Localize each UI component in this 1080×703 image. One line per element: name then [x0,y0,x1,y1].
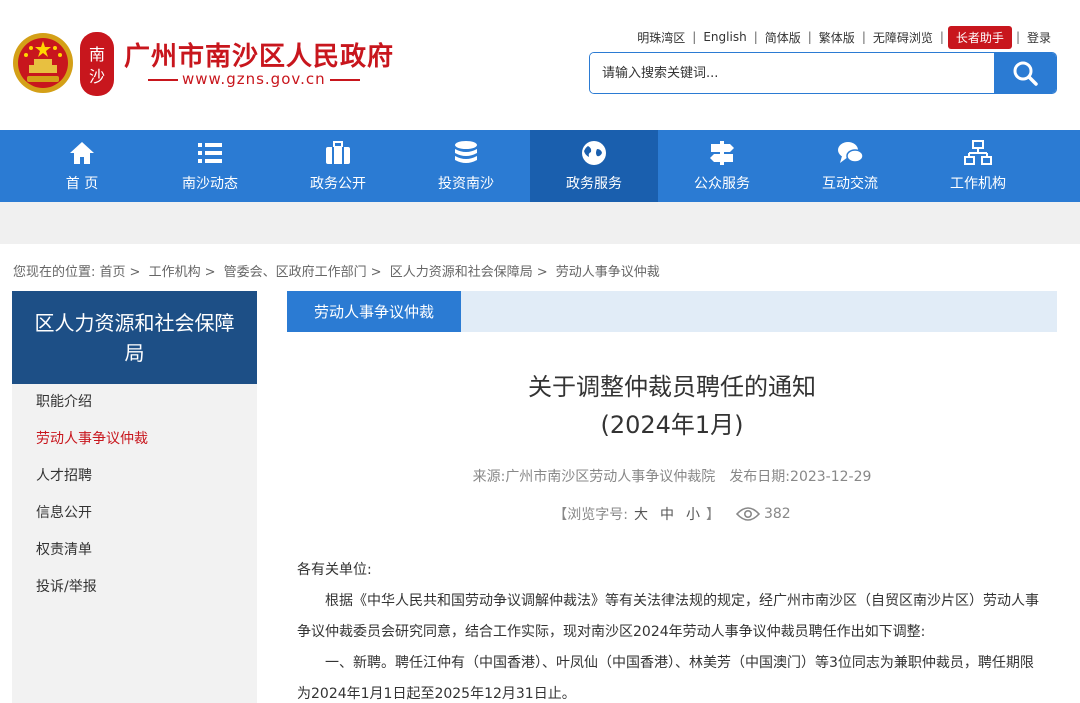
source-label: 来源: [472,469,506,485]
sidebar-item-functions[interactable]: 职能介绍 [12,384,257,421]
search-input[interactable] [590,53,994,93]
banner-strip [0,202,1080,244]
nav-nansha-news[interactable]: 南沙动态 [146,130,274,202]
nav-invest[interactable]: 投资南沙 [402,130,530,202]
article-greeting: 各有关单位: [297,562,372,578]
nav-public-services[interactable]: 公众服务 [658,130,786,202]
nav-label: 投资南沙 [438,176,494,192]
site-url-text: www.gzns.gov.cn [182,70,326,88]
elder-assistant-button[interactable]: 长者助手 [947,25,1012,49]
nansha-seal-logo: 南 沙 [80,32,114,96]
svg-text:南: 南 [89,45,105,64]
nav-label: 工作机构 [950,176,1006,192]
site-url: www.gzns.gov.cn [144,70,364,88]
toplink-simplified[interactable]: 简体版 [758,29,808,46]
svg-text:沙: 沙 [89,67,105,86]
eye-icon [735,507,760,521]
date-value: 2023-12-29 [790,469,872,485]
article-title-line1: 关于调整仲裁员聘任的通知 [528,373,816,401]
globe-icon [582,141,606,165]
org-chart-icon [964,140,992,165]
sidebar-item-recruitment[interactable]: 人才招聘 [12,458,257,495]
article-paragraph: 根据《中华人民共和国劳动争议调解仲裁法》等有关法律法规的规定，经广州市南沙区（自… [297,593,1039,640]
main-nav: 首 页 南沙动态 政务公开 投资南沙 政务服务 公众服务 互动交流 工作机构 [0,130,1080,202]
chat-icon [838,142,864,163]
nav-label: 互动交流 [822,176,878,192]
breadcrumb: 您现在的位置: 首页 > 工作机构 > 管委会、区政府工作部门 > 区人力资源和社会保… [13,265,660,280]
font-size-end: 】 [705,507,720,523]
nav-label: 政务公开 [310,176,366,192]
date-label: 发布日期: [729,469,791,485]
nav-home[interactable]: 首 页 [18,130,146,202]
nav-label: 公众服务 [694,176,750,192]
home-icon [70,142,94,164]
nav-label: 首 页 [65,176,99,192]
briefcase-icon [326,141,350,164]
font-size-controls: 【浏览字号: 大 中 小 】 382 [287,504,1057,524]
view-count-value: 382 [763,506,791,522]
sidebar-menu: 职能介绍 劳动人事争议仲裁 人才招聘 信息公开 权责清单 投诉/举报 [12,384,257,703]
sidebar-item-arbitration[interactable]: 劳动人事争议仲裁 [12,421,257,458]
site-title: 广州市南沙区人民政府 [124,42,395,72]
sidebar-title: 区人力资源和社会保障局 [12,291,257,384]
nav-label: 政务服务 [566,176,622,192]
sidebar-item-power-list[interactable]: 权责清单 [12,532,257,569]
login-link[interactable]: 登录 [1020,29,1058,46]
breadcrumb-home[interactable]: 首页 [100,265,126,280]
article-meta: 来源:广州市南沙区劳动人事争议仲裁院 发布日期:2023-12-29 [287,466,1057,486]
font-size-small[interactable]: 小 [686,504,700,524]
breadcrumb-departments[interactable]: 管委会、区政府工作部门 [224,265,367,280]
search-button[interactable] [994,53,1056,93]
view-count: 382 [735,506,791,522]
coins-icon [455,141,477,163]
toplink-english[interactable]: English [696,30,753,44]
sidebar-item-info-disclosure[interactable]: 信息公开 [12,495,257,532]
toplink-accessibility[interactable]: 无障碍浏览 [866,29,940,46]
sidebar-item-complaint[interactable]: 投诉/举报 [12,569,257,606]
signpost-icon [710,141,734,165]
article-title: 关于调整仲裁员聘任的通知 (2024年1月) [287,368,1057,444]
article-title-line2: (2024年1月) [600,411,744,439]
breadcrumb-hr-bureau[interactable]: 区人力资源和社会保障局 [390,265,533,280]
search-icon [1013,61,1038,86]
column-tab[interactable]: 劳动人事争议仲裁 [287,291,461,332]
article-body: 各有关单位: 根据《中华人民共和国劳动争议调解仲裁法》等有关法律法规的规定，经广… [297,555,1045,703]
source-value: 广州市南沙区劳动人事争议仲裁院 [505,469,716,485]
article-paragraph: 一、新聘。聘任江仲有（中国香港）、叶凤仙（中国香港）、林美芳（中国澳门）等3位同… [297,655,1034,702]
site-header: 南 沙 广州市南沙区人民政府 www.gzns.gov.cn 明珠湾区 | Eng… [0,0,1080,130]
font-size-large[interactable]: 大 [634,504,648,524]
breadcrumb-prefix: 您现在的位置: [13,265,96,280]
nav-institutions[interactable]: 工作机构 [914,130,1042,202]
font-size-medium[interactable]: 中 [660,504,674,524]
list-icon [198,143,222,163]
toplink-mingzhu-bay[interactable]: 明珠湾区 [630,29,692,46]
top-links: 明珠湾区 | English | 简体版 | 繁体版 | 无障碍浏览 | 长者助手 | 登录 [630,25,1058,49]
search-box [589,52,1057,94]
breadcrumb-institutions[interactable]: 工作机构 [149,265,201,280]
nav-label: 南沙动态 [182,176,238,192]
nav-interaction[interactable]: 互动交流 [786,130,914,202]
toplink-traditional[interactable]: 繁体版 [812,29,862,46]
font-size-label: 【浏览字号: [553,507,628,523]
national-emblem-icon [13,33,73,93]
column-header-bar: 劳动人事争议仲裁 [287,291,1057,332]
nav-gov-services[interactable]: 政务服务 [530,130,658,202]
breadcrumb-arbitration[interactable]: 劳动人事争议仲裁 [556,265,660,280]
nav-gov-affairs[interactable]: 政务公开 [274,130,402,202]
